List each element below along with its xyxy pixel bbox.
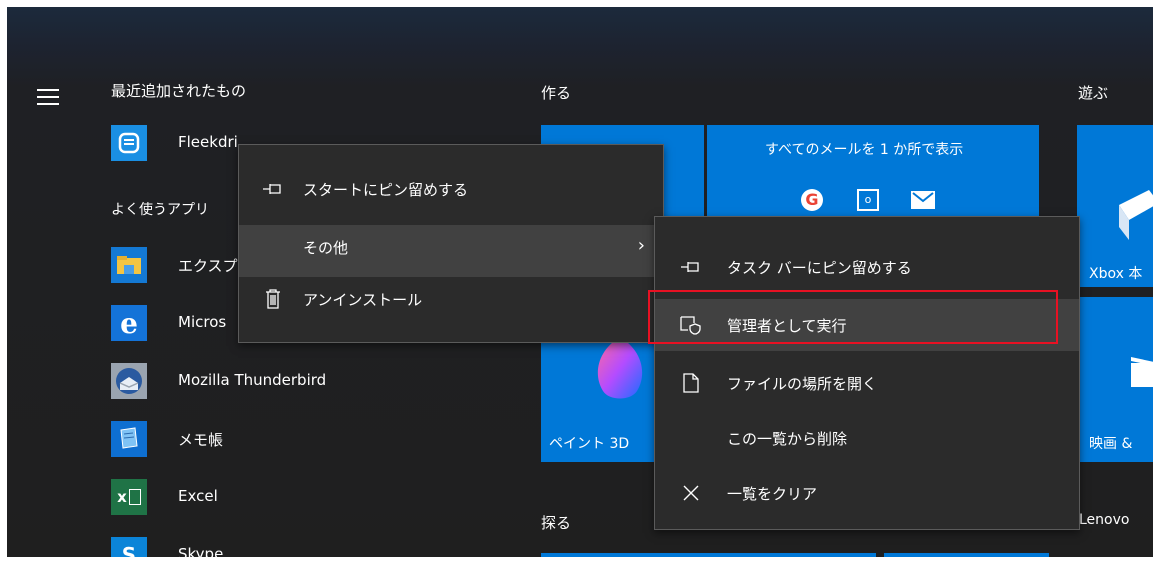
menu-label: この一覧から削除 — [727, 430, 848, 448]
app-item-excel[interactable]: x Excel — [111, 469, 531, 521]
chevron-right-icon: › — [637, 235, 645, 256]
film-icon — [1131, 357, 1153, 387]
notepad-icon — [111, 421, 147, 457]
trash-icon — [261, 287, 285, 311]
tile-xbox[interactable]: Xbox 本 — [1077, 125, 1153, 287]
menu-label: ファイルの場所を開く — [727, 375, 878, 393]
menu-item-uninstall[interactable]: アンインストール — [239, 277, 663, 329]
frequent-header: よく使うアプリ — [111, 202, 209, 218]
outlook-icon: o — [857, 189, 879, 211]
submenu: タスク バーにピン留めする 管理者として実行 ファイルの場所を開く この一覧から… — [654, 216, 1080, 530]
mail-icon — [911, 191, 935, 209]
menu-item-pin-start[interactable]: スタートにピン留めする — [239, 163, 663, 215]
app-name: Micros — [178, 313, 227, 331]
group-play[interactable]: 遊ぶ — [1078, 82, 1108, 103]
google-icon: G — [801, 189, 823, 211]
menu-label: その他 — [303, 239, 349, 257]
menu-item-clear-list[interactable]: 一覧をクリア — [655, 467, 1079, 519]
tile-label: Xbox 本 — [1089, 266, 1143, 282]
group-create[interactable]: 作る — [541, 82, 571, 103]
hamburger-menu-icon[interactable] — [37, 89, 59, 105]
menu-label: タスク バーにピン留めする — [727, 259, 912, 277]
menu-item-open-location[interactable]: ファイルの場所を開く — [655, 357, 1079, 409]
app-name: Skype — [178, 545, 224, 557]
app-item-notepad[interactable]: メモ帳 — [111, 411, 531, 463]
pin-icon — [261, 177, 285, 201]
pin-icon — [679, 255, 703, 279]
app-name: Excel — [178, 487, 218, 505]
context-menu: スタートにピン留めする その他 › アンインストール — [238, 144, 664, 343]
tile-label: 映画 & — [1089, 436, 1133, 452]
close-icon — [679, 481, 703, 505]
app-name: Fleekdri — [178, 133, 238, 151]
tile-label: ペイント 3D — [549, 436, 630, 452]
menu-item-pin-taskbar[interactable]: タスク バーにピン留めする — [655, 241, 1079, 293]
xbox-box-icon — [1119, 190, 1153, 240]
paint3d-icon — [597, 337, 643, 399]
app-name: エクスプ — [178, 257, 238, 275]
tile-movies[interactable]: 映画 & — [1077, 297, 1153, 462]
menu-item-more[interactable]: その他 › — [239, 225, 663, 277]
app-name: メモ帳 — [178, 431, 224, 449]
thunderbird-icon — [111, 363, 147, 399]
fleekdrive-icon — [111, 125, 147, 161]
tile-label: すべてのメールを 1 か所で表示 — [765, 142, 964, 158]
highlight-annotation — [648, 290, 1058, 344]
start-menu: 最近追加されたもの よく使うアプリ Fleekdri エクスプ e Micros… — [7, 7, 1153, 557]
file-icon — [679, 371, 703, 395]
app-name: Mozilla Thunderbird — [178, 371, 327, 389]
recent-header: 最近追加されたもの — [111, 82, 247, 100]
menu-label: 一覧をクリア — [727, 485, 818, 503]
edge-icon: e — [111, 305, 147, 341]
excel-icon: x — [111, 479, 147, 515]
skype-icon: S — [111, 537, 147, 557]
group-lenovo[interactable]: Lenovo — [1079, 512, 1129, 528]
menu-label: スタートにピン留めする — [303, 181, 469, 199]
app-item-skype[interactable]: S Skype — [111, 527, 531, 557]
app-item-thunderbird[interactable]: Mozilla Thunderbird — [111, 353, 531, 405]
group-explore[interactable]: 探る — [541, 512, 571, 533]
menu-item-remove-from-list[interactable]: この一覧から削除 — [655, 412, 1079, 464]
menu-label: アンインストール — [303, 291, 423, 309]
tile-explore-1[interactable] — [541, 553, 876, 557]
file-explorer-icon — [111, 247, 147, 283]
tile-explore-2[interactable] — [884, 553, 1049, 557]
